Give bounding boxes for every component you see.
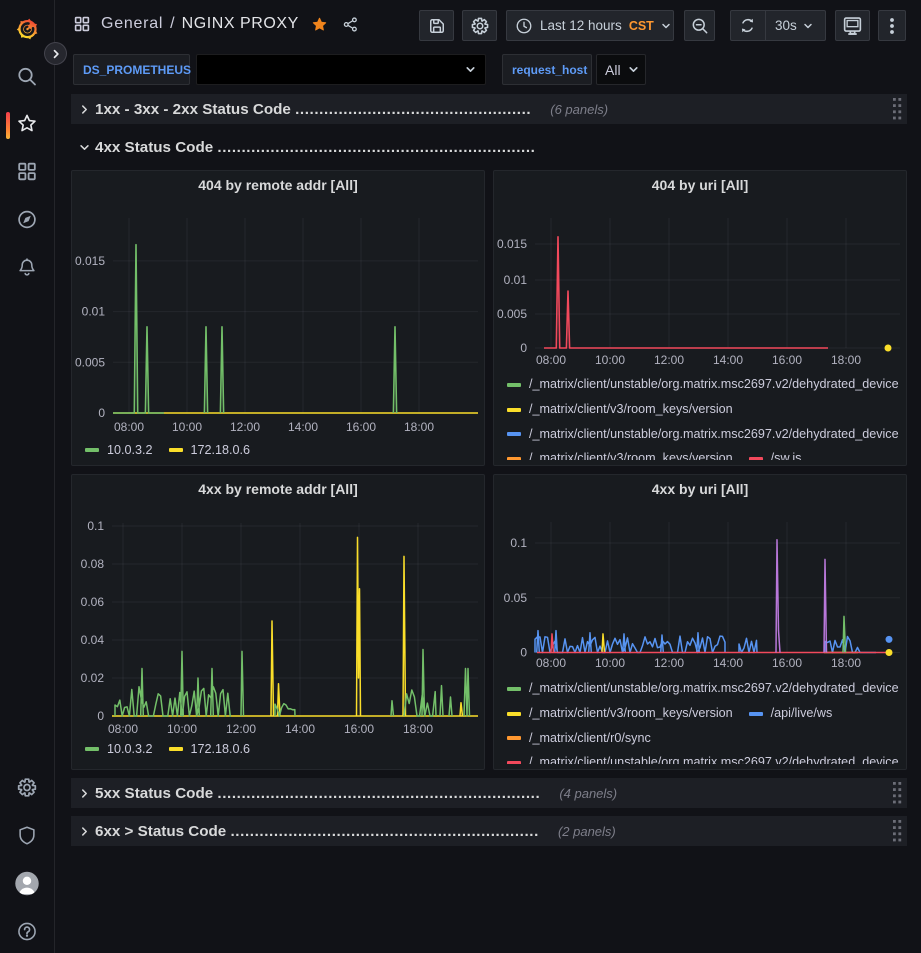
svg-text:18:00: 18:00 [831, 656, 861, 670]
svg-text:14:00: 14:00 [713, 656, 743, 670]
svg-text:0.05: 0.05 [504, 591, 528, 605]
svg-text:0.005: 0.005 [75, 355, 105, 369]
svg-text:16:00: 16:00 [346, 420, 376, 434]
svg-text:18:00: 18:00 [403, 722, 433, 736]
svg-text:16:00: 16:00 [344, 722, 374, 736]
svg-text:0: 0 [520, 646, 527, 660]
svg-text:16:00: 16:00 [772, 353, 802, 367]
svg-text:16:00: 16:00 [772, 656, 802, 670]
svg-text:0.1: 0.1 [510, 536, 527, 550]
svg-text:08:00: 08:00 [536, 656, 566, 670]
svg-text:12:00: 12:00 [654, 353, 684, 367]
svg-text:0.04: 0.04 [81, 633, 105, 647]
svg-text:18:00: 18:00 [831, 353, 861, 367]
svg-text:10:00: 10:00 [595, 353, 625, 367]
svg-text:08:00: 08:00 [114, 420, 144, 434]
svg-text:12:00: 12:00 [230, 420, 260, 434]
svg-text:08:00: 08:00 [108, 722, 138, 736]
svg-text:0.01: 0.01 [82, 305, 106, 319]
svg-text:0.005: 0.005 [497, 307, 527, 321]
svg-text:10:00: 10:00 [595, 656, 625, 670]
svg-text:0.02: 0.02 [81, 671, 105, 685]
svg-text:14:00: 14:00 [285, 722, 315, 736]
svg-text:10:00: 10:00 [167, 722, 197, 736]
svg-text:14:00: 14:00 [713, 353, 743, 367]
svg-text:08:00: 08:00 [536, 353, 566, 367]
svg-text:18:00: 18:00 [404, 420, 434, 434]
svg-text:0.015: 0.015 [75, 254, 105, 268]
svg-text:0.01: 0.01 [504, 273, 528, 287]
svg-text:0.06: 0.06 [81, 595, 105, 609]
svg-text:0.08: 0.08 [81, 557, 105, 571]
svg-text:0.1: 0.1 [87, 519, 104, 533]
svg-text:12:00: 12:00 [654, 656, 684, 670]
svg-text:0: 0 [97, 709, 104, 723]
svg-text:0: 0 [520, 341, 527, 355]
svg-text:14:00: 14:00 [288, 420, 318, 434]
svg-text:12:00: 12:00 [226, 722, 256, 736]
svg-text:0: 0 [98, 406, 105, 420]
svg-text:10:00: 10:00 [172, 420, 202, 434]
svg-text:0.015: 0.015 [497, 237, 527, 251]
